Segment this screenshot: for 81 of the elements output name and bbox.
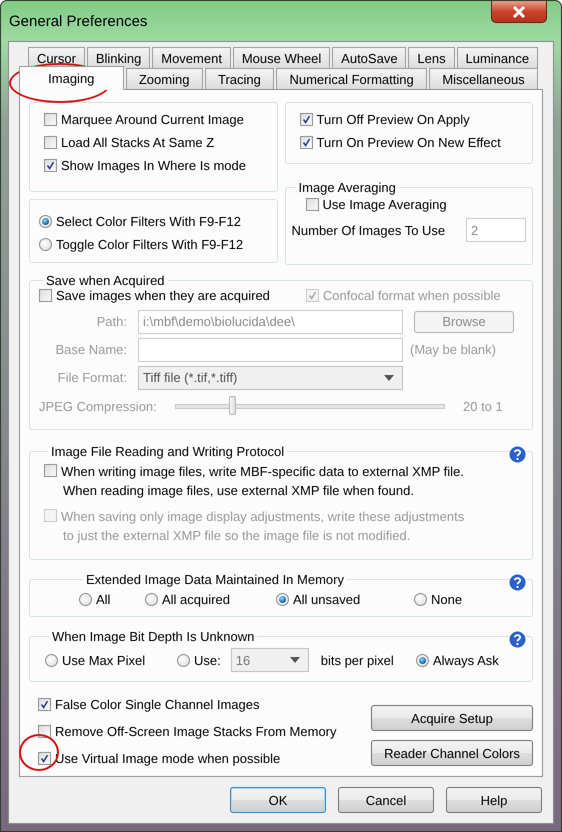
radio-label: All unsaved [293, 592, 360, 607]
caret-icon [290, 657, 300, 663]
checkbox[interactable] [38, 698, 51, 711]
radio-button[interactable] [79, 593, 92, 606]
push-button[interactable]: Reader Channel Colors [371, 740, 533, 766]
tab[interactable]: Miscellaneous [429, 68, 538, 89]
radio-button[interactable] [414, 593, 427, 606]
window-title: General Preferences [9, 13, 148, 30]
tab[interactable]: Imaging [19, 66, 124, 90]
bit-depth-dropdown[interactable]: 16 [230, 648, 309, 672]
close-button[interactable] [491, 1, 547, 23]
caret-icon [384, 374, 394, 380]
checkbox-label: When writing image files, write MBF-specific data to external XMP file. [61, 463, 464, 481]
tab[interactable]: Zooming [126, 68, 203, 89]
radio-button[interactable] [39, 238, 52, 251]
checkbox[interactable] [306, 198, 318, 211]
field-label: Number Of Images To Use [292, 222, 446, 238]
tab[interactable]: Mouse Wheel [232, 47, 330, 68]
dialog-button[interactable]: Help [446, 787, 542, 813]
slider-value: 20 to 1 [463, 398, 503, 414]
group-title: Image File Reading and Writing Protocol [50, 444, 286, 459]
checkbox-label: Save images when they are acquired [56, 288, 270, 303]
checkbox-label: Marquee Around Current Image [61, 112, 244, 127]
checkbox-label: Use Image Averaging [322, 197, 447, 212]
radio-button[interactable] [416, 654, 429, 666]
tab[interactable]: Blinking [86, 47, 150, 68]
radio-label: Toggle Color Filters With F9-F12 [56, 237, 244, 252]
radio-button[interactable] [177, 654, 190, 666]
radio-label: Select Color Filters With F9-F12 [56, 214, 241, 229]
radio-label: Use Max Pixel [62, 652, 146, 668]
tab[interactable]: Numerical Formatting [276, 68, 428, 89]
checkbox[interactable] [44, 113, 57, 126]
radio-label: Use: [194, 652, 221, 668]
checkbox-label: False Color Single Channel Images [55, 697, 260, 712]
group-title: Save when Acquired [45, 273, 166, 288]
unit-label: bits per pixel [320, 652, 394, 668]
checkbox-label: When reading image files, use external XMP file when found. [62, 482, 415, 500]
checkbox[interactable] [300, 136, 312, 149]
field-label: File Format: [56, 370, 127, 385]
checkbox[interactable] [44, 159, 57, 172]
close-icon [512, 6, 526, 18]
radio-label: All [96, 592, 110, 607]
radio-button[interactable] [39, 215, 52, 228]
tab[interactable]: Lens [408, 47, 455, 68]
checkbox[interactable] [44, 136, 57, 149]
help-icon[interactable] [509, 446, 526, 463]
help-icon[interactable] [509, 631, 526, 648]
checkbox-label: When saving only image display adjustments, write these adjustments [61, 508, 464, 526]
help-icon[interactable] [509, 574, 526, 591]
radio-button[interactable] [145, 593, 158, 606]
group-title: Extended Image Data Maintained In Memory [85, 572, 345, 587]
hint-text: (May be blank) [410, 342, 496, 357]
group-title: When Image Bit Depth Is Unknown [51, 629, 256, 644]
checkbox-label: Load All Stacks At Same Z [61, 135, 214, 150]
tab[interactable]: Tracing [204, 68, 274, 89]
radio-button[interactable] [276, 593, 289, 606]
push-button[interactable]: Acquire Setup [371, 705, 533, 731]
tab[interactable]: Movement [152, 47, 231, 68]
checkbox[interactable] [300, 113, 312, 126]
tab[interactable]: Luminance [456, 47, 538, 68]
checkbox-label: Confocal format when possible [322, 288, 501, 303]
radio-label: None [431, 592, 462, 607]
checkbox[interactable] [38, 725, 51, 738]
checkbox-label: Remove Off-Screen Image Stacks From Memory [55, 724, 337, 739]
checkbox[interactable] [39, 289, 52, 302]
checkbox-label: Turn On Preview On New Effect [316, 135, 501, 150]
field-label: Base Name: [54, 342, 127, 357]
dialog-button[interactable]: Cancel [338, 787, 434, 813]
field-label: Path: [96, 314, 127, 329]
dialog-button[interactable]: OK [230, 787, 326, 813]
checkbox-label: Show Images In Where Is mode [61, 158, 246, 173]
radio-label: All acquired [162, 592, 230, 607]
checkbox-label: Turn Off Preview On Apply [316, 112, 470, 127]
tab[interactable]: AutoSave [332, 47, 406, 68]
checkbox-label: to just the external XMP file so the image file is not modified. [62, 527, 412, 545]
radio-label: Always Ask [433, 652, 499, 668]
checkbox[interactable] [44, 464, 57, 477]
group-title: Image Averaging [298, 180, 397, 195]
checkbox[interactable] [38, 752, 51, 765]
slider-label: JPEG Compression: [39, 398, 158, 414]
radio-button[interactable] [45, 654, 58, 666]
